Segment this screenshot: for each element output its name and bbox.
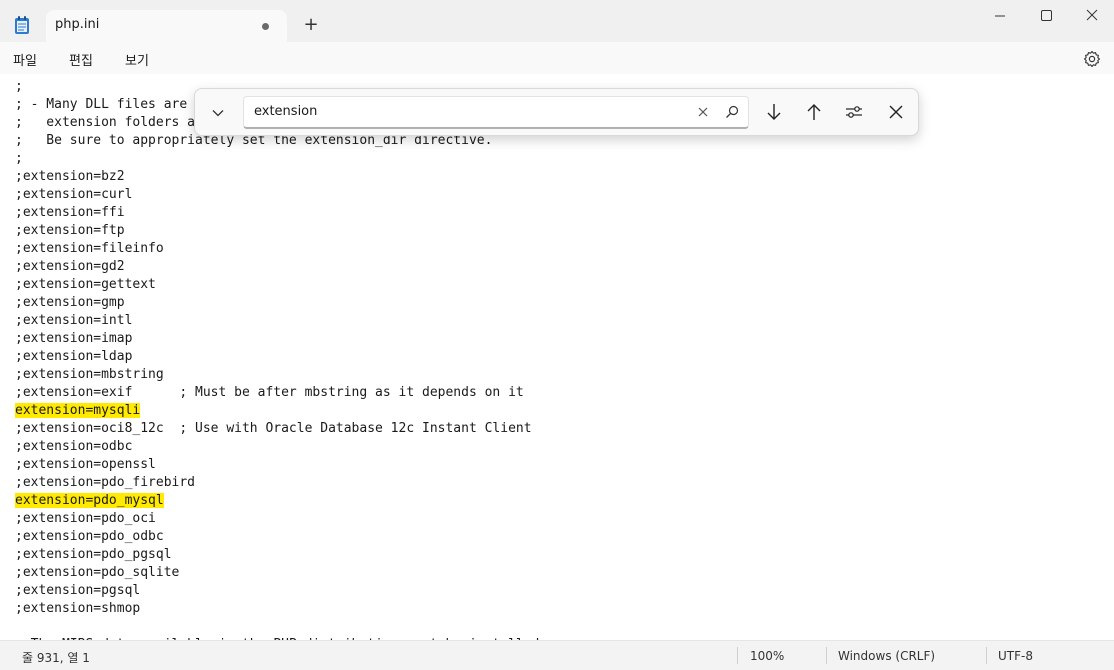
new-tab-button[interactable]: + [300, 14, 322, 36]
line-text: ;extension=oci8_12c ; Use with Oracle Da… [15, 421, 532, 436]
zoom-level[interactable]: 100% [750, 649, 784, 663]
minimize-icon[interactable] [988, 6, 1012, 26]
status-divider [986, 647, 987, 664]
arrow-down-icon[interactable] [763, 101, 785, 123]
line-text: ;extension=pdo_sqlite [15, 565, 180, 580]
line-text: ;extension=ftp [15, 223, 125, 238]
editor-line: ;extension=pgsql [15, 582, 140, 600]
line-text: ;extension=curl [15, 187, 133, 202]
editor-line: ;extension=pdo_oci [15, 510, 156, 528]
editor-line: ;extension=pdo_firebird [15, 474, 195, 492]
editor-line: ;extension=fileinfo [15, 240, 164, 258]
chevron-down-icon[interactable] [209, 104, 227, 122]
line-text: ; - Many DLL files are [15, 97, 188, 112]
menu-edit[interactable]: 편집 [69, 50, 93, 69]
editor-line: ;extension=gd2 [15, 258, 125, 276]
editor-line: ;extension=pdo_odbc [15, 528, 164, 546]
editor-line: ;extension=imap [15, 330, 132, 348]
line-text: ;extension=bz2 [15, 169, 125, 184]
line-text: ;extension=mbstring [15, 367, 164, 382]
menu-file[interactable]: 파일 [13, 50, 37, 69]
line-text: ;extension=intl [15, 313, 133, 328]
editor-line: ;extension=pdo_pgsql [15, 546, 172, 564]
line-text: ;extension=gettext [15, 277, 156, 292]
sliders-icon[interactable] [843, 101, 865, 123]
line-text: ; [15, 79, 23, 94]
find-input[interactable]: extension [243, 96, 749, 129]
editor-line: ;extension=odbc [15, 438, 132, 456]
line-text: ;extension=pgsql [15, 583, 141, 598]
line-text: ;extension=odbc [15, 439, 133, 454]
line-text: ;extension=imap [15, 331, 133, 346]
line-text: ;extension=gd2 [15, 259, 125, 274]
editor-line: ;extension=ldap [15, 348, 132, 366]
search-icon[interactable] [724, 104, 740, 120]
editor-line: ;extension=ftp [15, 222, 125, 240]
editor-line: extension=mysqli [15, 402, 141, 420]
line-text: ;extension=ldap [15, 349, 133, 364]
status-divider [737, 647, 738, 664]
text-editor[interactable]: ; ; - Many DLL files are ; extension folde… [0, 74, 1114, 640]
line-text: ;extension=shmop [15, 601, 141, 616]
editor-line: ;extension=exif ; Must be after mbstring… [15, 384, 524, 402]
close-icon[interactable] [885, 101, 907, 123]
cursor-position: 줄 931, 열 1 [22, 651, 90, 665]
encoding[interactable]: UTF-8 [998, 649, 1033, 663]
arrow-up-icon[interactable] [803, 101, 825, 123]
tab-php-ini[interactable]: php.ini [46, 10, 287, 42]
line-text: ;extension=pdo_pgsql [15, 547, 172, 562]
editor-line: ; [15, 150, 23, 168]
editor-line: ;extension=pdo_sqlite [15, 564, 179, 582]
editor-line: ;extension=gettext [15, 276, 156, 294]
close-window-icon[interactable] [1080, 6, 1104, 26]
status-divider [826, 647, 827, 664]
gear-icon[interactable] [1083, 50, 1101, 68]
editor-line: extension=pdo_mysql [15, 492, 164, 510]
maximize-icon[interactable] [1034, 6, 1058, 26]
line-text: ;extension=exif ; Must be after mbstring… [15, 385, 524, 400]
search-match-highlight: extension=pdo_mysql [15, 493, 164, 508]
editor-line: ;extension=ffi [15, 204, 125, 222]
line-text: ;extension=pdo_firebird [15, 475, 196, 490]
status-bar: 줄 931, 열 1 100% Windows (CRLF) UTF-8 [0, 640, 1114, 670]
line-text: ;extension=pdo_oci [15, 511, 156, 526]
editor-line: ;extension=bz2 [15, 168, 125, 186]
find-query: extension [254, 104, 318, 119]
editor-line: ;extension=shmop [15, 600, 140, 618]
editor-line: ;extension=intl [15, 312, 132, 330]
editor-line: ;extension=gmp [15, 294, 125, 312]
clear-icon[interactable] [696, 105, 710, 119]
editor-line: ;extension=curl [15, 186, 132, 204]
line-text: ;extension=openssl [15, 457, 156, 472]
line-text: ; [15, 151, 23, 166]
line-text: ; extension folders a [15, 115, 196, 130]
line-ending[interactable]: Windows (CRLF) [838, 649, 935, 663]
title-bar: php.ini + [0, 0, 1114, 42]
menu-bar: 파일 편집 보기 [0, 42, 1114, 74]
unsaved-dot-icon[interactable] [262, 23, 269, 30]
notepad-icon [15, 16, 29, 34]
editor-line: ;extension=openssl [15, 456, 156, 474]
editor-line: ; extension folders a [15, 114, 195, 132]
editor-line: ;extension=oci8_12c ; Use with Oracle Da… [15, 420, 532, 438]
editor-line: ; - Many DLL files are [15, 96, 187, 114]
tab-title: php.ini [55, 17, 100, 32]
line-text: ;extension=pdo_odbc [15, 529, 164, 544]
editor-line: ;extension=mbstring [15, 366, 164, 384]
editor-line: ; [15, 78, 23, 96]
menu-view[interactable]: 보기 [125, 50, 149, 69]
find-panel: extension [194, 88, 919, 136]
line-text: ;extension=fileinfo [15, 241, 164, 256]
search-match-highlight: extension=mysqli [15, 403, 141, 418]
line-text: ;extension=ffi [15, 205, 125, 220]
line-text: ;extension=gmp [15, 295, 125, 310]
